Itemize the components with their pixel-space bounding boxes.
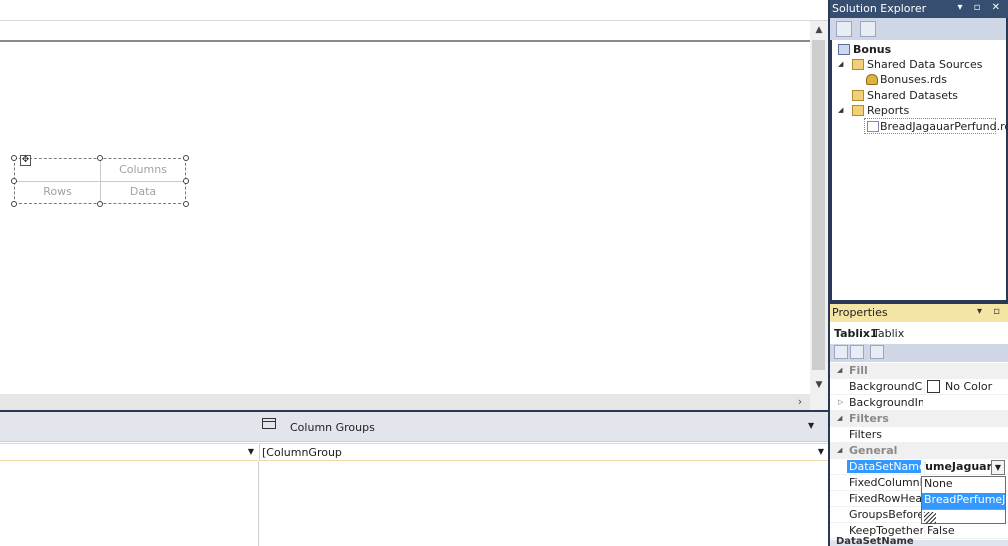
object-type: Tablix [873, 327, 905, 340]
scroll-down-icon[interactable]: ▼ [810, 376, 828, 394]
column-groups-list[interactable] [258, 461, 828, 546]
expand-arrow-icon[interactable]: ◢ [838, 106, 843, 114]
property-dataset-name[interactable]: DataSetName PerfumeJaguar [830, 459, 1008, 475]
project-icon [838, 44, 850, 55]
row-group-item[interactable]: ▼ [0, 443, 258, 461]
document-tab-strip [0, 0, 828, 21]
solution-tree[interactable]: Bonus ◢ Shared Data Sources Bonuses.rds … [832, 40, 1008, 300]
vertical-scrollbar[interactable]: ▲ ▼ [810, 21, 828, 394]
resize-handle[interactable] [97, 201, 103, 207]
expand-arrow-icon[interactable]: ▷ [838, 398, 843, 406]
tablix-row-divider [15, 181, 185, 182]
solution-explorer-toolbar [830, 18, 1006, 40]
show-all-files-icon[interactable] [860, 21, 876, 37]
dropdown-option-dataset[interactable]: BreadPerfumeJaguar [922, 493, 1005, 509]
data-source-icon [866, 74, 878, 85]
color-swatch [927, 380, 940, 393]
resize-handle[interactable] [11, 155, 17, 161]
folder-open-icon [852, 105, 864, 116]
scroll-up-icon[interactable]: ▲ [810, 21, 828, 39]
property-value[interactable]: No Color [924, 380, 1008, 393]
column-group-item[interactable]: [ColumnGroup ▼ [259, 443, 828, 461]
chevron-down-icon[interactable]: ▼ [808, 421, 814, 430]
solution-explorer-title-bar: Solution Explorer ▾ ▫ ✕ [830, 0, 1008, 18]
category-filters[interactable]: ◢ Filters [830, 411, 1008, 427]
property-background-image[interactable]: ▷ BackgroundImage [830, 395, 1008, 411]
solution-explorer-title: Solution Explorer [832, 2, 927, 15]
property-value[interactable]: False [924, 524, 1008, 537]
column-groups-title: Column Groups [290, 421, 375, 434]
property-value[interactable]: PerfumeJaguar [924, 460, 992, 473]
scroll-right-icon[interactable]: › [792, 394, 808, 410]
properties-title-bar: Properties ▾ ▫ [830, 304, 1008, 322]
resize-handle[interactable] [183, 201, 189, 207]
folder-icon [852, 90, 864, 101]
property-background-color[interactable]: BackgroundColor No Color [830, 379, 1008, 395]
dropdown-option-none[interactable]: None [922, 477, 1005, 493]
dropdown-arrow-icon[interactable]: ▼ [991, 460, 1005, 475]
chevron-down-icon[interactable]: ▼ [248, 447, 254, 456]
horizontal-scrollbar[interactable]: › [0, 394, 828, 410]
expand-arrow-icon[interactable]: ◢ [838, 60, 843, 68]
property-description-title: DataSetName [836, 536, 914, 546]
tablix-control[interactable]: Columns Rows Data [14, 158, 186, 204]
report-design-surface[interactable] [0, 42, 810, 394]
resize-handle[interactable] [183, 155, 189, 161]
column-groups-icon [262, 418, 276, 429]
window-controls[interactable]: ▾ ▫ [977, 306, 1004, 317]
resize-handle[interactable] [11, 178, 17, 184]
collapse-arrow-icon[interactable]: ◢ [837, 414, 842, 422]
properties-object-selector[interactable]: Tablix1 Tablix [830, 322, 1008, 344]
tree-item-report-file[interactable]: BreadJagauarPerfund.rdl [864, 118, 1008, 134]
category-fill[interactable]: ◢ Fill [830, 363, 1008, 379]
folder-open-icon [852, 59, 864, 70]
object-name: Tablix1 [834, 327, 878, 340]
window-controls[interactable]: ▾ ▫ ✕ [957, 2, 1004, 13]
tablix-columns-cell[interactable]: Columns [101, 163, 185, 176]
properties-toolbar [830, 344, 1008, 362]
resize-handle[interactable] [183, 178, 189, 184]
tablix-rows-cell[interactable]: Rows [15, 185, 100, 198]
property-description-bar: DataSetName [830, 536, 1008, 546]
collapse-arrow-icon[interactable]: ◢ [837, 446, 842, 454]
tablix-data-cell[interactable]: Data [101, 185, 185, 198]
resize-handle[interactable] [11, 201, 17, 207]
collapse-arrow-icon[interactable]: ◢ [837, 366, 842, 374]
property-filters[interactable]: Filters [830, 427, 1008, 443]
column-group-label: [ColumnGroup [262, 446, 342, 459]
grouping-pane-header: Column Groups ▼ [0, 412, 828, 442]
property-pages-icon[interactable] [870, 345, 884, 359]
move-handle-icon[interactable]: ✥ [20, 155, 31, 166]
report-file-icon [867, 121, 879, 132]
properties-icon[interactable] [836, 21, 852, 37]
dropdown-resize-grip-icon[interactable] [922, 509, 1005, 524]
category-general[interactable]: ◢ General [830, 443, 1008, 459]
scrollbar-corner [810, 394, 828, 410]
dataset-dropdown-list[interactable]: None BreadPerfumeJaguar [921, 476, 1006, 524]
properties-title: Properties [832, 306, 888, 319]
alphabetical-icon[interactable] [850, 345, 864, 359]
scroll-thumb[interactable] [812, 40, 825, 370]
chevron-down-icon[interactable]: ▼ [818, 447, 824, 456]
row-groups-list[interactable] [0, 461, 258, 546]
resize-handle[interactable] [97, 155, 103, 161]
categorized-icon[interactable] [834, 345, 848, 359]
